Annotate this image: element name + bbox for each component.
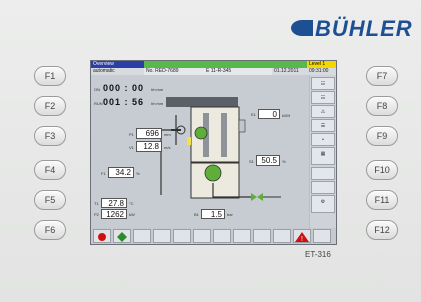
function-key-f3[interactable]: F3 bbox=[34, 126, 66, 146]
function-key-f1[interactable]: F1 bbox=[34, 66, 66, 86]
bottom-button-7[interactable] bbox=[213, 229, 231, 243]
screen-header: Overview Level 1 automatic No. RED-7689 … bbox=[91, 61, 336, 75]
unit-field-2: m/s bbox=[164, 145, 171, 150]
bottom-button-3[interactable] bbox=[133, 229, 151, 243]
bottom-button-10[interactable] bbox=[273, 229, 291, 243]
function-key-f6[interactable]: F6 bbox=[34, 220, 66, 240]
machine-id: E 11-R-345 bbox=[204, 68, 272, 75]
unit-field-8: bar bbox=[227, 212, 233, 217]
footer-code: ET-316 bbox=[305, 250, 331, 259]
bottom-toolbar: ! bbox=[91, 228, 336, 244]
function-key-f10[interactable]: F10 bbox=[366, 160, 398, 180]
alarm-button[interactable]: ! bbox=[293, 229, 311, 243]
bottom-button-12[interactable] bbox=[313, 229, 331, 243]
label-v: V1 bbox=[129, 145, 134, 150]
value-field-3: 34.2 bbox=[108, 167, 134, 178]
time: 09:31:00 bbox=[307, 68, 336, 75]
unit-field-5: % bbox=[282, 159, 286, 164]
unit-field-1: mm bbox=[164, 132, 171, 137]
unit-field-3: % bbox=[136, 171, 140, 176]
value-field-6: 27.8 bbox=[101, 198, 127, 208]
function-key-f4[interactable]: F4 bbox=[34, 160, 66, 180]
status-bar bbox=[144, 61, 307, 68]
label-pw: P2 bbox=[94, 212, 99, 217]
bottom-button-5[interactable] bbox=[173, 229, 191, 243]
toolbar-button-8[interactable] bbox=[311, 181, 335, 194]
toolbar-button-9[interactable]: ⚙ bbox=[311, 195, 335, 213]
function-key-f8[interactable]: F8 bbox=[366, 96, 398, 116]
svg-text:!: ! bbox=[301, 236, 303, 243]
start-button[interactable] bbox=[113, 229, 131, 243]
function-key-f7[interactable]: F7 bbox=[366, 66, 398, 86]
value-field-8: 1.5 bbox=[201, 209, 225, 219]
function-key-f9[interactable]: F9 bbox=[366, 126, 398, 146]
logo-swoosh-icon bbox=[291, 20, 313, 36]
process-diagram: ON 000 : 00 hh:mm RUN 001 : 56 hh:mm P1 … bbox=[91, 75, 309, 228]
toolbar-button-3[interactable]: ⚠ bbox=[311, 105, 335, 118]
unit-field-4: kW/t bbox=[282, 113, 290, 118]
user-level[interactable]: Level 1 bbox=[307, 61, 336, 68]
value-field-4: 0 bbox=[258, 109, 280, 119]
label-f: F1 bbox=[101, 171, 106, 176]
value-field-5: 50.5 bbox=[256, 155, 280, 166]
brand-name: BÜHLER bbox=[315, 16, 413, 41]
toolbar-button-4[interactable]: ☰ bbox=[311, 119, 335, 132]
bottom-button-8[interactable] bbox=[233, 229, 251, 243]
mode-label: Overview bbox=[91, 61, 144, 68]
value-field-2: 12.8 bbox=[136, 141, 162, 152]
bottom-button-9[interactable] bbox=[253, 229, 271, 243]
label-e: E1 bbox=[251, 112, 256, 117]
right-toolbar: ☷ ☷ ⚠ ☰ • ▦ ⚙ bbox=[310, 75, 336, 228]
buhler-logo: BÜHLER bbox=[291, 14, 413, 42]
date: 01.12.2011 bbox=[272, 68, 307, 75]
toolbar-button-2[interactable]: ☷ bbox=[311, 91, 335, 104]
function-key-f2[interactable]: F2 bbox=[34, 96, 66, 116]
toolbar-button-1[interactable]: ☷ bbox=[311, 77, 335, 90]
toolbar-button-6[interactable]: ▦ bbox=[311, 147, 335, 165]
toolbar-button-5[interactable]: • bbox=[311, 133, 335, 146]
label-p: P1 bbox=[129, 132, 134, 137]
function-key-f12[interactable]: F12 bbox=[366, 220, 398, 240]
stop-button[interactable] bbox=[93, 229, 111, 243]
unit-field-7: kW bbox=[129, 212, 135, 217]
toolbar-button-7[interactable] bbox=[311, 167, 335, 180]
label-t: T1 bbox=[94, 201, 99, 206]
label-s: S1 bbox=[249, 159, 254, 164]
value-field-1: 696 bbox=[136, 128, 162, 139]
hmi-panel: BÜHLER F1 F2 F3 F4 F5 F6 F7 F8 F9 F10 F1… bbox=[0, 0, 421, 302]
unit-field-6: °C bbox=[129, 201, 134, 206]
label-b: B1 bbox=[194, 212, 199, 217]
bottom-button-6[interactable] bbox=[193, 229, 211, 243]
hmi-screen: Overview Level 1 automatic No. RED-7689 … bbox=[90, 60, 337, 245]
bottom-button-4[interactable] bbox=[153, 229, 171, 243]
recipe-number: No. RED-7689 bbox=[144, 68, 204, 75]
value-field-7: 1262 bbox=[101, 209, 127, 219]
function-key-f11[interactable]: F11 bbox=[366, 190, 398, 210]
function-key-f5[interactable]: F5 bbox=[34, 190, 66, 210]
operating-mode: automatic bbox=[91, 68, 144, 75]
